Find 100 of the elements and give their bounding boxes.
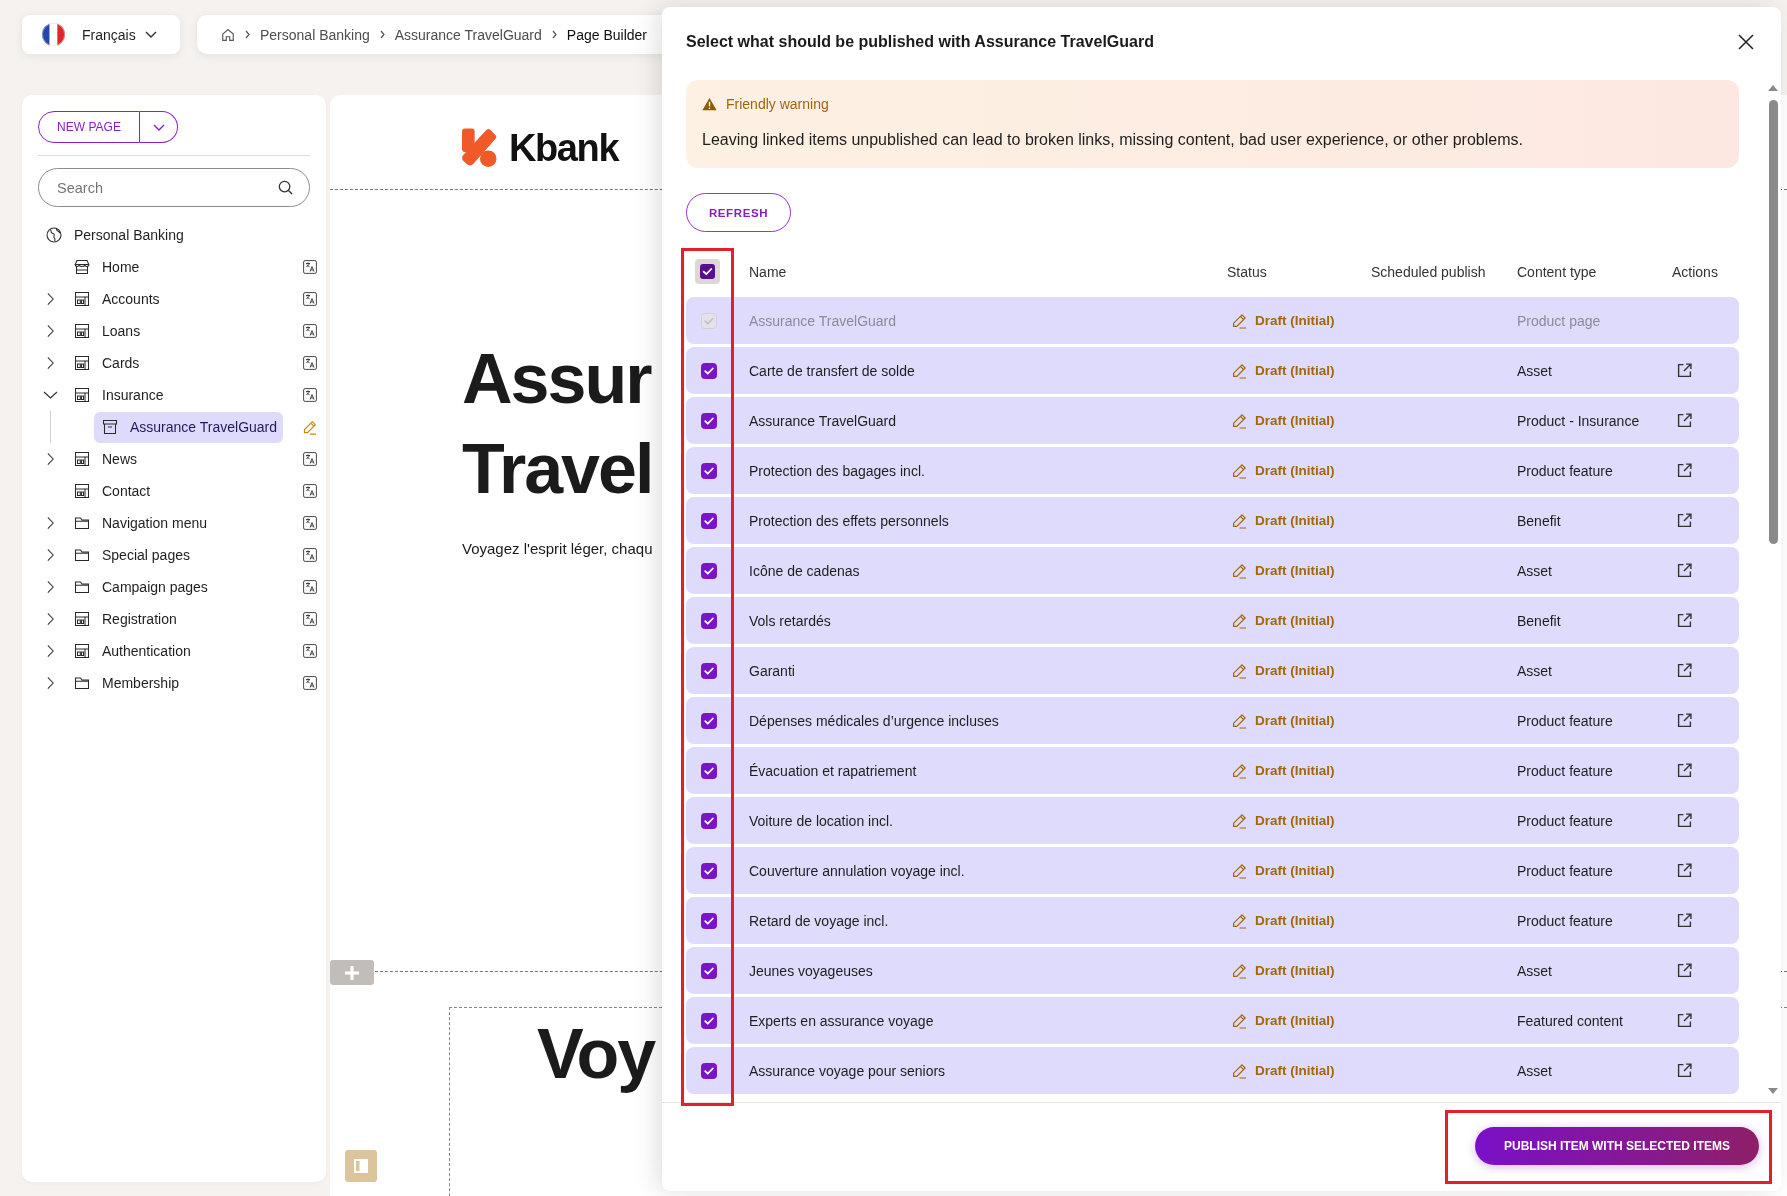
tree-item[interactable]: Navigation menu <box>66 507 283 539</box>
open-link-button[interactable] <box>1677 1063 1692 1078</box>
pencil-icon[interactable] <box>302 419 317 435</box>
pencil-icon <box>1231 512 1247 529</box>
search-field[interactable]: Search <box>38 168 310 207</box>
chevron-right-icon[interactable] <box>47 452 54 466</box>
translate-icon[interactable] <box>303 324 317 338</box>
open-link-button[interactable] <box>1677 513 1692 528</box>
checkbox[interactable] <box>701 462 717 479</box>
pencil-icon <box>1231 1062 1247 1079</box>
checkbox[interactable] <box>701 962 717 979</box>
external-link-icon <box>1677 413 1692 428</box>
status-text: Draft (Initial) <box>1255 613 1335 628</box>
item-name: Icône de cadenas <box>749 562 860 579</box>
chevron-right-icon[interactable] <box>47 324 54 338</box>
chevron-right-icon <box>245 30 250 39</box>
external-link-icon <box>1677 763 1692 778</box>
status-text: Draft (Initial) <box>1255 1013 1335 1028</box>
open-link-button[interactable] <box>1677 813 1692 828</box>
tree-item[interactable]: Registration <box>66 603 283 635</box>
chevron-right-icon[interactable] <box>47 292 54 306</box>
translate-icon[interactable] <box>303 516 317 530</box>
open-link-button[interactable] <box>1677 613 1692 628</box>
open-link-button[interactable] <box>1677 413 1692 428</box>
translate-icon[interactable] <box>303 548 317 562</box>
chevron-right-icon[interactable] <box>47 548 54 562</box>
translate-icon[interactable] <box>303 452 317 466</box>
translate-icon[interactable] <box>303 676 317 690</box>
refresh-button[interactable]: REFRESH <box>686 193 791 232</box>
tree-item[interactable]: Home <box>66 251 283 283</box>
translate-icon[interactable] <box>303 388 317 402</box>
breadcrumb-link[interactable]: Personal Banking <box>260 26 370 43</box>
open-link-button[interactable] <box>1677 663 1692 678</box>
checkbox[interactable] <box>701 712 717 729</box>
open-link-button[interactable] <box>1677 713 1692 728</box>
open-link-button[interactable] <box>1677 913 1692 928</box>
open-link-button[interactable] <box>1677 863 1692 878</box>
pencil-icon <box>1231 1012 1247 1029</box>
tree-item[interactable]: Assurance TravelGuard <box>94 411 283 443</box>
translate-icon[interactable] <box>303 644 317 658</box>
external-link-icon <box>1677 813 1692 828</box>
translate-icon[interactable] <box>303 356 317 370</box>
publish-button[interactable]: PUBLISH ITEM WITH SELECTED ITEMS <box>1475 1127 1759 1165</box>
chevron-right-icon[interactable] <box>47 516 54 530</box>
external-link-icon <box>1677 963 1692 978</box>
checkbox[interactable] <box>701 562 717 579</box>
tree-item[interactable]: Loans <box>66 315 283 347</box>
translate-icon[interactable] <box>303 612 317 626</box>
chevron-right-icon[interactable] <box>47 356 54 370</box>
checkbox[interactable] <box>701 362 717 379</box>
language-selector[interactable]: Français <box>22 15 180 54</box>
chevron-right-icon[interactable] <box>47 612 54 626</box>
chevron-right-icon[interactable] <box>47 580 54 594</box>
checkbox[interactable] <box>701 1012 717 1029</box>
open-link-button[interactable] <box>1677 363 1692 378</box>
tree-item[interactable]: News <box>66 443 283 475</box>
content-type-text: Product feature <box>1517 862 1613 879</box>
tree-item[interactable]: Insurance <box>66 379 283 411</box>
warning-title: Friendly warning <box>726 96 829 112</box>
translate-icon[interactable] <box>303 292 317 306</box>
breadcrumb-link[interactable]: Assurance TravelGuard <box>394 26 542 43</box>
checkbox[interactable] <box>701 412 717 429</box>
tree-item[interactable]: Contact <box>66 475 283 507</box>
item-name: Experts en assurance voyage <box>749 1012 934 1029</box>
checkbox[interactable] <box>701 512 717 529</box>
checkbox[interactable] <box>701 862 717 879</box>
open-link-button[interactable] <box>1677 563 1692 578</box>
checkbox[interactable] <box>701 1062 717 1079</box>
translate-icon[interactable] <box>303 580 317 594</box>
tree-item[interactable]: Cards <box>66 347 283 379</box>
tree-item[interactable]: Personal Banking <box>38 219 283 251</box>
hero-heading: Assur Travel <box>462 339 653 510</box>
warning-icon <box>702 97 717 111</box>
tree-item[interactable]: Authentication <box>66 635 283 667</box>
item-name: Carte de transfert de solde <box>749 362 915 379</box>
checkbox[interactable] <box>701 812 717 829</box>
checkbox[interactable] <box>701 762 717 779</box>
home-icon[interactable] <box>221 27 235 42</box>
chevron-right-icon[interactable] <box>47 644 54 658</box>
open-link-button[interactable] <box>1677 463 1692 478</box>
chevron-right-icon[interactable] <box>47 676 54 690</box>
checkbox[interactable] <box>701 612 717 629</box>
open-link-button[interactable] <box>1677 963 1692 978</box>
new-page-button[interactable]: NEW PAGE <box>38 111 140 143</box>
item-name: Voiture de location incl. <box>749 812 893 829</box>
tree-item[interactable]: Special pages <box>66 539 283 571</box>
open-link-button[interactable] <box>1677 1013 1692 1028</box>
checkbox[interactable] <box>701 662 717 679</box>
external-link-icon <box>1677 913 1692 928</box>
checkbox[interactable] <box>701 912 717 929</box>
translate-icon[interactable] <box>303 484 317 498</box>
translate-icon[interactable] <box>303 260 317 274</box>
open-link-button[interactable] <box>1677 763 1692 778</box>
chevron-down-icon[interactable] <box>43 391 58 399</box>
select-all-checkbox[interactable] <box>695 259 720 284</box>
tree-item[interactable]: Campaign pages <box>66 571 283 603</box>
tree-item[interactable]: Membership <box>66 667 283 699</box>
new-page-menu-button[interactable] <box>140 111 178 143</box>
tree-item[interactable]: Accounts <box>66 283 283 315</box>
logo-icon <box>462 128 497 168</box>
